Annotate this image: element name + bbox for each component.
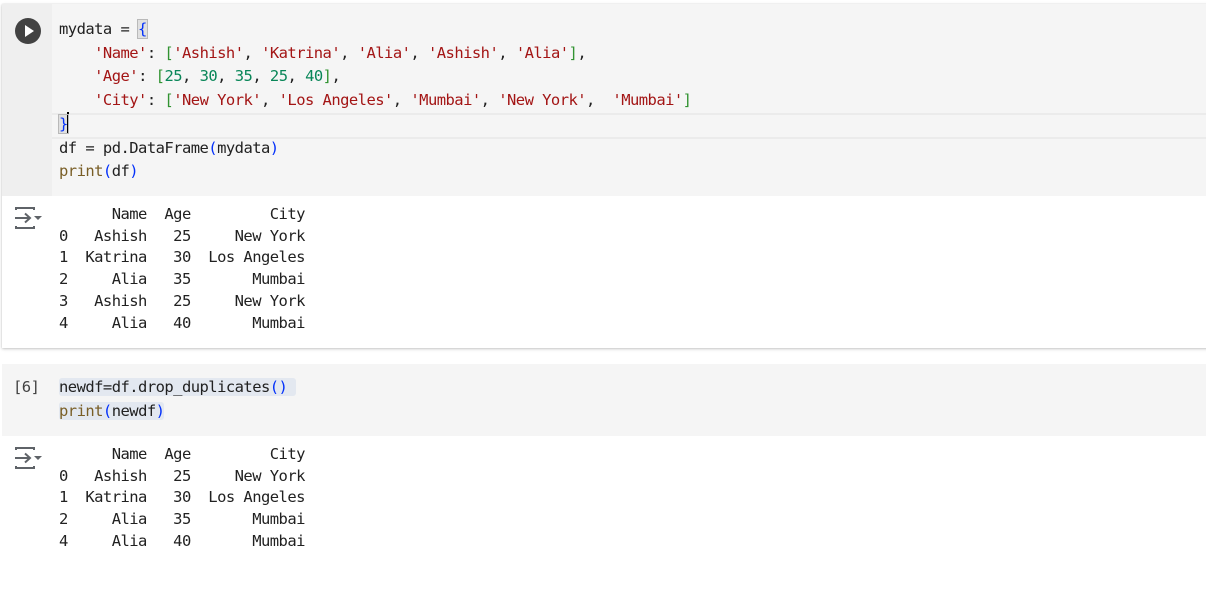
code-token: df = pd.DataFrame — [59, 138, 209, 157]
code-token: mydata — [217, 138, 270, 157]
code-token: print — [59, 401, 103, 420]
code-token: : — [146, 43, 165, 62]
code-token: 35 — [234, 67, 253, 85]
output-row: 1 Katrina 30 Los Angeles — [59, 248, 305, 267]
output-row: 2 Alia 35 Mumbai — [59, 510, 305, 529]
code-token: print — [59, 162, 103, 180]
execution-count: [6] — [13, 378, 40, 396]
code-token: mydata = — [59, 20, 139, 38]
code-line[interactable]: } — [58, 112, 691, 137]
output-header-row: Name Age City — [59, 205, 306, 223]
run-cell-button[interactable] — [15, 18, 41, 44]
code-line[interactable]: print(newdf) — [59, 400, 296, 424]
code-line[interactable]: mydata = { — [59, 18, 691, 42]
code-token: 30 — [199, 67, 218, 85]
code-token: ( — [102, 401, 112, 420]
code-token: () — [269, 378, 288, 396]
code-token: 40 — [305, 67, 323, 85]
code-token: 'Los Angeles' — [278, 90, 394, 109]
code-token: , — [577, 43, 587, 62]
code-token: , — [217, 67, 235, 85]
code-token: ] — [682, 90, 692, 109]
code-token: , — [586, 90, 613, 109]
code-token: { — [137, 19, 148, 39]
output-row: 2 Alia 35 Mumbai — [59, 270, 305, 289]
code-cell-1[interactable]: mydata = { 'Name': ['Ashish', 'Katrina',… — [2, 4, 1206, 348]
code-token: 'Name' — [94, 43, 147, 62]
cell-output-2: Name Age City 0 Ashish 25 New York 1 Katri… — [2, 436, 1206, 593]
code-token: , — [498, 43, 516, 62]
output-row: 4 Alia 40 Mumbai — [59, 531, 305, 550]
code-token: : — [138, 67, 156, 85]
output-row: 4 Alia 40 Mumbai — [59, 313, 305, 332]
code-token: 'Katrina' — [261, 43, 341, 62]
code-text[interactable]: newdf=df.drop_duplicates() print(newdf) — [59, 376, 297, 424]
code-line[interactable]: 'Age': [25, 30, 35, 25, 40], — [59, 65, 691, 89]
code-token: , — [392, 90, 411, 109]
code-token: ) — [129, 162, 139, 180]
dataframe-output: Name Age City 0 Ashish 25 New York 1 Katri… — [59, 204, 305, 334]
code-token: ( — [208, 138, 218, 157]
code-token: 'New York' — [498, 90, 587, 109]
code-token: , — [480, 90, 499, 109]
code-token: , — [410, 43, 428, 62]
code-token: ) — [155, 401, 165, 420]
code-token: 'New York' — [173, 90, 262, 109]
output-row: 1 Katrina 30 Los Angeles — [59, 488, 305, 507]
output-row: 0 Ashish 25 New York — [59, 226, 305, 245]
code-token: , — [261, 90, 279, 109]
output-header-row: Name Age City — [59, 445, 306, 463]
code-token: 'Mumbai' — [612, 90, 683, 109]
code-editor-1[interactable]: mydata = { 'Name': ['Ashish', 'Katrina',… — [2, 4, 1206, 196]
code-token: , — [243, 43, 262, 62]
code-editor-2[interactable]: [6] newdf=df.drop_duplicates() print(new… — [2, 364, 1206, 436]
code-token: 'Alia' — [515, 43, 569, 62]
text-selection: print(newdf) — [59, 401, 165, 420]
cell-output-1: Name Age City 0 Ashish 25 New York 1 Katri… — [2, 196, 1206, 348]
text-cursor — [66, 112, 69, 133]
code-token: 25 — [269, 67, 288, 85]
code-token: ] — [568, 43, 578, 62]
code-token: 'Alia' — [357, 43, 411, 62]
code-text[interactable]: mydata = { 'Name': ['Ashish', 'Katrina',… — [58, 18, 692, 184]
code-token: 'Ashish' — [173, 43, 244, 62]
dataframe-output: Name Age City 0 Ashish 25 New York 1 Katri… — [59, 444, 305, 553]
text-selection: newdf=df.drop_duplicates() — [59, 378, 297, 396]
code-token: : — [146, 90, 165, 109]
code-token: , — [252, 67, 270, 85]
code-line[interactable]: 'City': ['New York', 'Los Angeles', 'Mum… — [59, 89, 692, 113]
code-token: [ — [164, 90, 174, 109]
code-token: , — [331, 67, 341, 85]
code-line[interactable]: df = pd.DataFrame(mydata) — [59, 137, 691, 161]
code-token: ( — [102, 162, 112, 180]
output-row: 3 Ashish 25 New York — [59, 291, 305, 310]
code-line[interactable]: print(df) — [59, 160, 691, 184]
code-token: df — [111, 162, 130, 180]
code-line[interactable]: 'Name': ['Ashish', 'Katrina', 'Alia', 'A… — [59, 42, 691, 66]
code-token: 'City' — [94, 90, 147, 109]
code-token: [ — [164, 43, 174, 62]
code-token: newdf — [111, 401, 156, 420]
code-token: , — [287, 67, 306, 85]
code-token: 25 — [164, 67, 183, 85]
code-cell-2[interactable]: [6] newdf=df.drop_duplicates() print(new… — [2, 364, 1206, 593]
code-token: newdf=df.drop_duplicates — [59, 378, 270, 396]
code-token: 'Ashish' — [427, 43, 499, 62]
code-token: 'Mumbai' — [410, 90, 481, 109]
code-token: 'Age' — [94, 67, 139, 85]
output-collapse-icon[interactable] — [13, 446, 45, 470]
output-row: 0 Ashish 25 New York — [59, 466, 305, 485]
code-line[interactable]: newdf=df.drop_duplicates() — [59, 376, 297, 400]
code-token: , — [182, 67, 200, 85]
output-collapse-icon[interactable] — [13, 206, 45, 230]
code-token: ) — [269, 138, 279, 157]
code-token: , — [340, 43, 358, 62]
